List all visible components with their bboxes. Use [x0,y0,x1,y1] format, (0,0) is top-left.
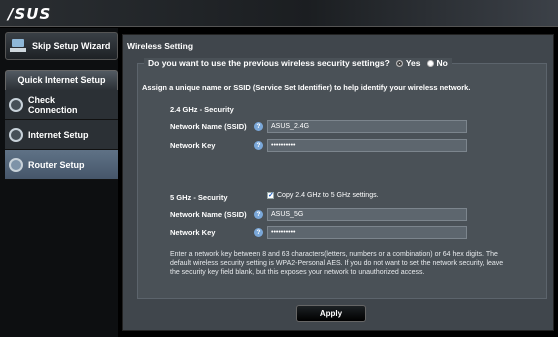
key-24-input[interactable] [267,139,467,152]
key-5-input[interactable] [267,226,467,239]
sidebar-item-internet-setup[interactable]: Internet Setup [5,120,118,150]
section-24ghz-title: 2.4 GHz - Security [170,105,234,114]
asus-logo: /SUS [8,5,52,23]
section-5ghz-title: 5 GHz - Security [170,193,228,202]
step-indicator-icon [9,127,23,142]
apply-button[interactable]: Apply [296,305,366,322]
top-bar: /SUS [0,0,558,27]
sidebar: Skip Setup Wizard Quick Internet Setup C… [0,28,118,337]
ssid-5-input[interactable] [267,208,467,221]
ssid-instructions: Assign a unique name or SSID (Service Se… [142,83,471,92]
step-indicator-icon [9,157,23,172]
copy-settings-row[interactable]: Copy 2.4 GHz to 5 GHz settings. [267,191,379,199]
question-text: Do you want to use the previous wireless… [148,58,390,68]
no-radio[interactable] [426,59,434,67]
wireless-setting-panel: Wireless Setting Do you want to use the … [122,34,554,331]
help-icon[interactable]: ? [254,210,263,219]
main-content: Wireless Setting Do you want to use the … [120,28,558,337]
key-24-label: Network Key [170,141,216,150]
sidebar-item-router-setup[interactable]: Router Setup [5,150,118,180]
quick-internet-setup-steps: Check Connection Internet Setup Router S… [5,90,118,180]
ssid-5-label: Network Name (SSID) [170,210,247,219]
copy-settings-checkbox[interactable] [267,191,274,199]
step-indicator-icon [9,97,23,112]
no-label[interactable]: No [437,58,448,68]
sidebar-item-label: Router Setup [28,159,85,170]
panel-title: Wireless Setting [127,41,194,51]
ssid-24-input[interactable] [267,120,467,133]
help-icon[interactable]: ? [254,122,263,131]
sidebar-item-label: Internet Setup [28,129,89,140]
yes-radio[interactable] [395,59,403,67]
computer-icon [10,39,26,53]
help-icon[interactable]: ? [254,141,263,150]
network-key-note: Enter a network key between 8 and 63 cha… [170,251,504,276]
key-5-label: Network Key [170,228,216,237]
copy-settings-label[interactable]: Copy 2.4 GHz to 5 GHz settings. [277,192,379,199]
sidebar-item-check-connection[interactable]: Check Connection [5,90,118,120]
skip-setup-wizard-label: Skip Setup Wizard [32,41,111,51]
ssid-24-label: Network Name (SSID) [170,122,247,131]
previous-settings-question: Do you want to use the previous wireless… [144,58,452,68]
sidebar-item-label: Check Connection [28,94,78,115]
wireless-security-fieldset: Do you want to use the previous wireless… [137,58,547,299]
help-icon[interactable]: ? [254,228,263,237]
skip-setup-wizard-button[interactable]: Skip Setup Wizard [5,32,118,60]
quick-internet-setup-title: Quick Internet Setup [5,70,118,90]
yes-label[interactable]: Yes [406,58,421,68]
